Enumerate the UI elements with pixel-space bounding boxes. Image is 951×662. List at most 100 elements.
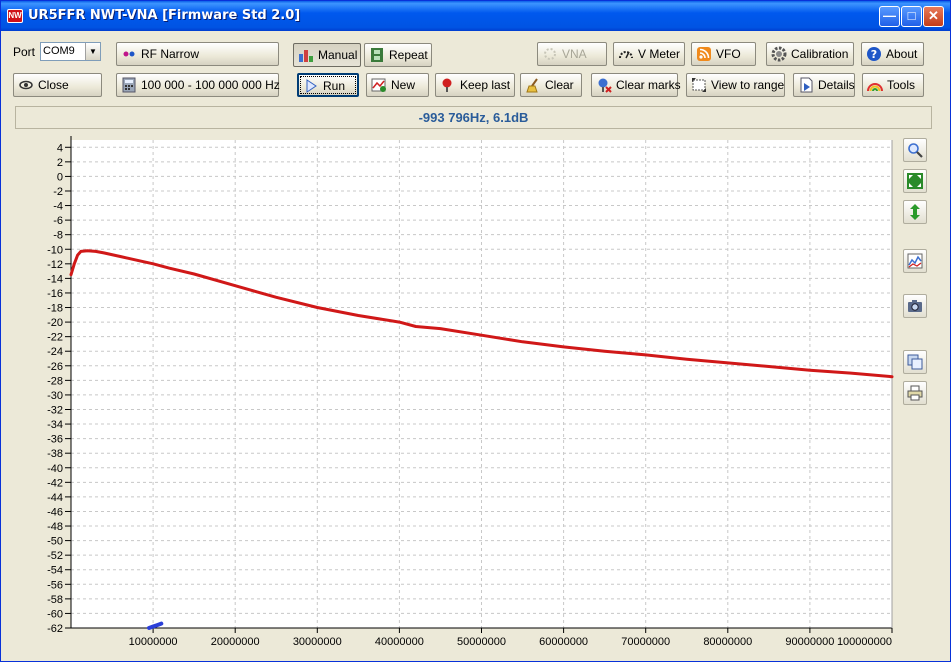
print-button[interactable] (903, 381, 927, 405)
clear-label: Clear (545, 78, 574, 92)
y-tick-label: -6 (53, 215, 63, 227)
run-button[interactable]: Run (297, 73, 359, 97)
about-label: About (886, 47, 918, 61)
rss-icon (696, 46, 712, 62)
y-tick-label: -32 (47, 404, 63, 416)
rf-mode-button[interactable]: RF Narrow (116, 42, 279, 66)
y-tick-label: -34 (47, 419, 63, 431)
x-tick-label: 40000000 (375, 636, 424, 648)
y-tick-label: -48 (47, 521, 63, 533)
close-button[interactable]: Close (13, 73, 102, 97)
dots-icon (121, 46, 137, 62)
maximize-icon: □ (907, 8, 916, 23)
frequency-range-label: 100 000 - 100 000 000 Hz (141, 78, 280, 92)
y-tick-label: -62 (47, 623, 63, 635)
chart-settings-button[interactable] (903, 249, 927, 273)
tools-button[interactable]: Tools (862, 73, 924, 97)
copy-icon (907, 354, 923, 370)
vfo-label: VFO (716, 47, 741, 61)
port-select[interactable]: COM9 ▼ (40, 42, 101, 61)
y-tick-label: -22 (47, 332, 63, 344)
view-to-range-button[interactable]: View to range (686, 73, 785, 97)
print-icon (907, 385, 923, 401)
x-tick-label: 70000000 (621, 636, 670, 648)
details-label: Details (818, 78, 855, 92)
manual-button[interactable]: Manual (293, 43, 361, 67)
tools-label: Tools (887, 78, 916, 92)
manual-label: Manual (318, 48, 358, 62)
zoom-button[interactable] (903, 138, 927, 162)
y-tick-label: -40 (47, 463, 63, 475)
vna-button[interactable]: VNA (537, 42, 607, 66)
y-tick-label: -14 (47, 273, 63, 285)
clear-button[interactable]: Clear (520, 73, 582, 97)
rainbow-icon (867, 77, 883, 93)
snapshot-button[interactable] (903, 294, 927, 318)
vfo-button[interactable]: VFO (691, 42, 756, 66)
bar-chart-icon (298, 47, 314, 63)
new-chart-icon (371, 77, 387, 93)
x-tick-label: 30000000 (293, 636, 342, 648)
close-window-button[interactable]: ✕ (923, 6, 944, 27)
clear-marks-button[interactable]: Clear marks (591, 73, 681, 97)
y-tick-label: -36 (47, 434, 63, 446)
gear-icon (771, 46, 787, 62)
y-tick-label: -26 (47, 361, 63, 373)
chevron-down-icon[interactable]: ▼ (85, 43, 100, 60)
y-tick-label: -10 (47, 244, 63, 256)
window-title: UR5FFR NWT-VNA [Firmware Std 2.0] (28, 8, 301, 23)
y-tick-label: -30 (47, 390, 63, 402)
y-tick-label: -4 (53, 201, 63, 213)
gauge-icon (618, 46, 634, 62)
y-tick-label: -50 (47, 536, 63, 548)
close-label: Close (38, 78, 69, 92)
details-icon (798, 77, 814, 93)
minimize-button[interactable]: — (879, 6, 900, 27)
new-label: New (391, 78, 416, 92)
chart-icon (907, 253, 923, 269)
vertical-scale-button[interactable] (903, 200, 927, 224)
repeat-button[interactable]: Repeat (364, 43, 432, 67)
vna-icon (542, 46, 558, 62)
y-tick-label: -18 (47, 303, 63, 315)
y-tick-label: -16 (47, 288, 63, 300)
title-bar[interactable]: NW UR5FFR NWT-VNA [Firmware Std 2.0] — □… (1, 1, 950, 31)
repeat-label: Repeat (389, 48, 428, 62)
y-tick-label: 4 (57, 142, 63, 154)
frequency-range-button[interactable]: 100 000 - 100 000 000 Hz (116, 73, 280, 97)
port-label: Port (13, 45, 36, 59)
fit-button[interactable] (903, 169, 927, 193)
copy-button[interactable] (903, 350, 927, 374)
vmeter-button[interactable]: V Meter (613, 42, 685, 66)
y-tick-label: -54 (47, 565, 63, 577)
details-button[interactable]: Details (793, 73, 855, 97)
y-tick-label: -60 (47, 608, 63, 620)
maximize-button[interactable]: □ (901, 6, 922, 27)
x-tick-label: 50000000 (457, 636, 506, 648)
y-tick-label: -20 (47, 317, 63, 329)
zoom-icon (908, 143, 923, 158)
app-icon: NW (7, 9, 23, 23)
y-tick-label: -46 (47, 506, 63, 518)
y-tick-label: 0 (57, 171, 63, 183)
calculator-icon (121, 77, 137, 93)
y-tick-label: -38 (47, 448, 63, 460)
y-tick-label: -56 (47, 579, 63, 591)
keep-last-button[interactable]: Keep last (435, 73, 515, 97)
x-tick-label: 90000000 (785, 636, 834, 648)
calibration-label: Calibration (791, 47, 849, 61)
camera-icon (908, 300, 922, 312)
new-button[interactable]: New (366, 73, 429, 97)
plug-icon (18, 77, 34, 93)
app-window: NW UR5FFR NWT-VNA [Firmware Std 2.0] — □… (0, 0, 951, 662)
y-tick-label: -58 (47, 594, 63, 606)
y-tick-label: -44 (47, 492, 63, 504)
help-icon: ? (866, 46, 882, 62)
svg-text:?: ? (871, 48, 877, 61)
vertical-scale-icon (910, 204, 920, 220)
chart[interactable]: 4 2 0 -2 -4 -6 -8 -10 -12 -14 -16 -18 -20 -22 -24 -26 -2… (15, 131, 895, 651)
x-tick-label: 80000000 (703, 636, 752, 648)
play-icon (303, 78, 319, 94)
calibration-button[interactable]: Calibration (766, 42, 854, 66)
about-button[interactable]: ? About (861, 42, 924, 66)
